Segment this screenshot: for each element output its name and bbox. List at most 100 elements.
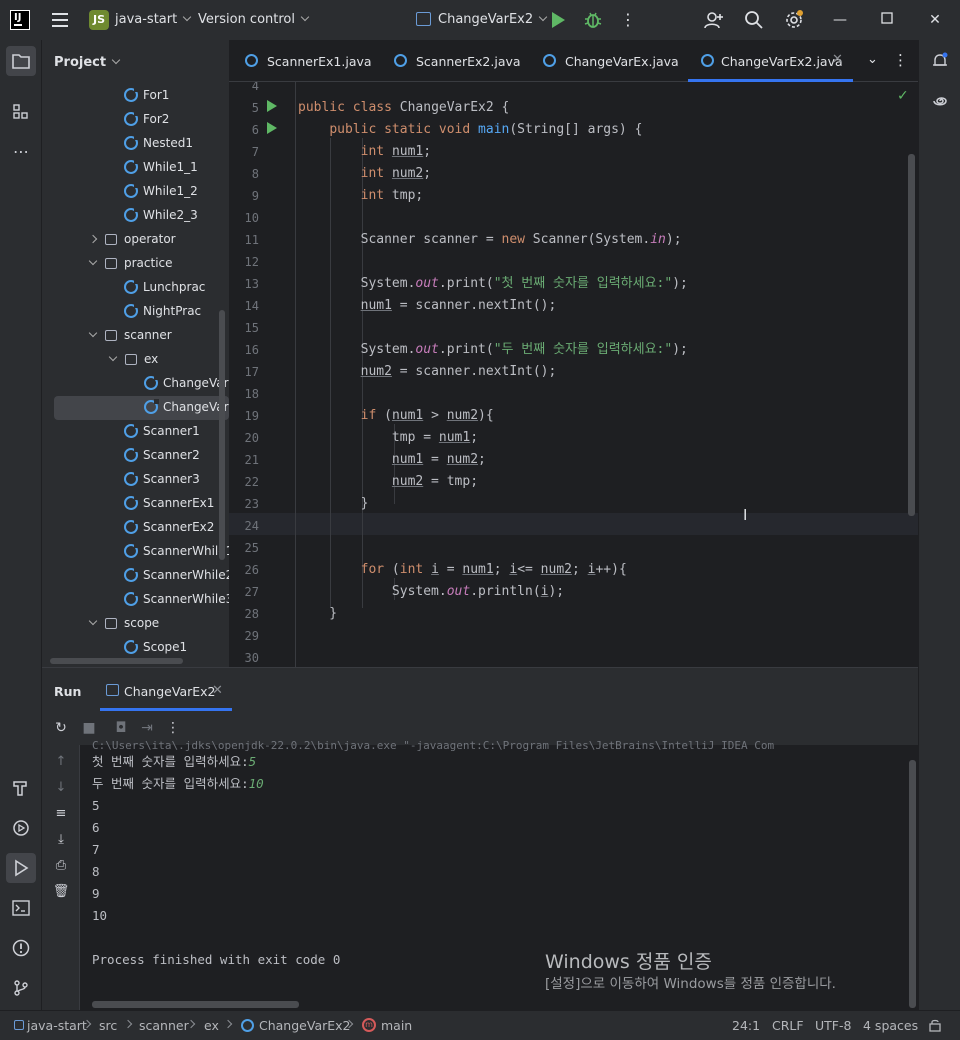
exit-icon[interactable]: ⇥ — [138, 719, 156, 737]
project-horizontal-scrollbar[interactable] — [50, 658, 183, 664]
tab-more-icon[interactable]: ⋮ — [893, 51, 908, 69]
tab-list-chevron-icon[interactable]: ⌄ — [867, 52, 878, 67]
services-icon[interactable] — [6, 813, 36, 843]
breadcrumb-ex[interactable]: ex — [204, 1018, 219, 1033]
close-window-icon[interactable]: ✕ — [925, 10, 945, 30]
breadcrumb-scanner[interactable]: scanner — [139, 1018, 189, 1033]
up-arrow-icon[interactable]: ↑ — [52, 753, 70, 771]
tree-item[interactable]: Lunchprac — [42, 276, 229, 300]
run-tab-label[interactable]: ChangeVarEx2 — [124, 684, 216, 699]
git-icon[interactable] — [6, 973, 36, 1003]
no-problems-check-icon[interactable]: ✓ — [897, 88, 909, 104]
project-switcher[interactable]: java-start — [115, 12, 192, 27]
breadcrumb-class[interactable]: ChangeVarEx2 — [259, 1018, 351, 1033]
tree-item[interactable]: operator — [42, 228, 229, 252]
print-icon[interactable]: ⎙ — [52, 857, 70, 875]
indent-setting[interactable]: 4 spaces — [863, 1018, 918, 1033]
chevron-down-icon[interactable] — [108, 352, 118, 362]
tree-item[interactable]: Scanner3 — [42, 468, 229, 492]
tree-item[interactable]: ScannerEx2 — [42, 516, 229, 540]
notifications-bell-icon[interactable] — [925, 46, 955, 76]
console-horizontal-scrollbar[interactable] — [92, 1001, 299, 1008]
chevron-down-icon[interactable] — [88, 256, 98, 266]
close-run-tab-icon[interactable]: ✕ — [212, 683, 223, 698]
search-icon[interactable] — [744, 10, 764, 30]
run-icon[interactable] — [552, 12, 565, 28]
tree-item[interactable]: Scope1 — [42, 636, 229, 660]
tree-item[interactable]: scope — [42, 612, 229, 636]
close-tab-icon[interactable]: ✕ — [832, 52, 843, 67]
tree-item[interactable]: ScannerEx1 — [42, 492, 229, 516]
run-main-gutter-icon[interactable] — [267, 122, 277, 134]
editor-scrollbar[interactable] — [908, 154, 915, 516]
maximize-icon[interactable] — [877, 10, 897, 30]
run-tool-icon[interactable] — [6, 853, 36, 883]
tree-item[interactable]: For1 — [42, 84, 229, 108]
project-tool-icon[interactable] — [6, 46, 36, 76]
breadcrumb-method[interactable]: main — [381, 1018, 412, 1033]
breadcrumb-src[interactable]: src — [99, 1018, 117, 1033]
structure-tool-icon[interactable] — [6, 97, 36, 127]
soft-wrap-icon[interactable]: ≡ — [52, 805, 70, 823]
settings-gear-icon[interactable] — [784, 10, 804, 30]
tree-item[interactable]: ScannerWhile2 — [42, 564, 229, 588]
project-badge[interactable]: JS — [89, 10, 109, 30]
tree-item[interactable]: scanner — [42, 324, 229, 348]
java-class-icon — [124, 543, 139, 558]
rerun-icon[interactable]: ↻ — [52, 719, 70, 737]
tab-label: ScannerEx1.java — [267, 54, 372, 69]
console-vertical-scrollbar[interactable] — [909, 760, 916, 1008]
tree-item[interactable]: ChangeVarE — [54, 396, 229, 420]
lock-icon[interactable] — [928, 1018, 942, 1035]
more-tools-icon[interactable]: ⋯ — [6, 137, 36, 167]
problems-icon[interactable] — [6, 933, 36, 963]
tree-item[interactable]: While2_3 — [42, 204, 229, 228]
tree-item[interactable]: ChangeVarE — [42, 372, 229, 396]
line-number: 28 — [244, 607, 259, 621]
down-arrow-icon[interactable]: ↓ — [52, 779, 70, 797]
trash-icon[interactable]: 🗑 — [52, 883, 70, 901]
run-class-gutter-icon[interactable] — [267, 100, 277, 112]
tree-item[interactable]: Scanner2 — [42, 444, 229, 468]
camera-snapshot-icon[interactable]: ◘ — [112, 719, 130, 737]
java-class-icon — [144, 399, 159, 414]
build-hammer-icon[interactable] — [6, 773, 36, 803]
run-panel-title: Run — [54, 684, 82, 699]
tree-item[interactable]: ScannerWhile1 — [42, 540, 229, 564]
main-menu-icon[interactable] — [52, 13, 68, 27]
tree-item[interactable]: While1_1 — [42, 156, 229, 180]
tree-item[interactable]: NightPrac — [42, 300, 229, 324]
project-panel-header[interactable]: Project — [54, 55, 121, 70]
chevron-right-icon[interactable] — [88, 234, 98, 244]
tree-item[interactable]: Nested1 — [42, 132, 229, 156]
more-options-icon[interactable]: ⋮ — [164, 719, 182, 737]
code-editor[interactable]: 4 5 6 7 8 9 10 11 12 13 14 15 16 17 18 19 20 21 22 23 24 25 26… — [229, 82, 918, 667]
stop-icon[interactable]: ■ — [80, 719, 98, 737]
add-user-icon[interactable] — [704, 10, 724, 30]
breadcrumb-project[interactable]: java-start — [27, 1018, 87, 1033]
tree-item[interactable]: For2 — [42, 108, 229, 132]
scroll-to-end-icon[interactable]: ⤓ — [52, 831, 70, 849]
chevron-down-icon[interactable] — [88, 616, 98, 626]
line-separator[interactable]: CRLF — [772, 1018, 804, 1033]
debug-icon[interactable] — [584, 10, 602, 30]
tree-item[interactable]: While1_2 — [42, 180, 229, 204]
tab-changevarex2[interactable]: ChangeVarEx2.java ✕ — [688, 40, 853, 82]
breadcrumb-separator-icon — [123, 1019, 133, 1029]
code-line: int num1; — [360, 144, 432, 159]
ai-assistant-spiral-icon[interactable] — [925, 86, 955, 116]
file-encoding[interactable]: UTF-8 — [815, 1018, 851, 1033]
terminal-icon[interactable] — [6, 893, 36, 923]
more-actions-icon[interactable]: ⋮ — [620, 10, 636, 30]
project-vertical-scrollbar[interactable] — [219, 310, 225, 560]
minimize-icon[interactable]: — — [830, 10, 850, 30]
tree-item[interactable]: Scanner1 — [42, 420, 229, 444]
console-output[interactable]: C:\Users\ita\.jdks\openjdk-22.0.2\bin\ja… — [92, 738, 918, 998]
chevron-down-icon[interactable] — [88, 328, 98, 338]
tree-item[interactable]: ex — [42, 348, 229, 372]
version-control-menu[interactable]: Version control — [198, 12, 310, 27]
cursor-position[interactable]: 24:1 — [732, 1018, 760, 1033]
run-config-selector[interactable]: ChangeVarEx2 — [438, 12, 548, 27]
tree-item[interactable]: practice — [42, 252, 229, 276]
tree-item[interactable]: ScannerWhile3 — [42, 588, 229, 612]
